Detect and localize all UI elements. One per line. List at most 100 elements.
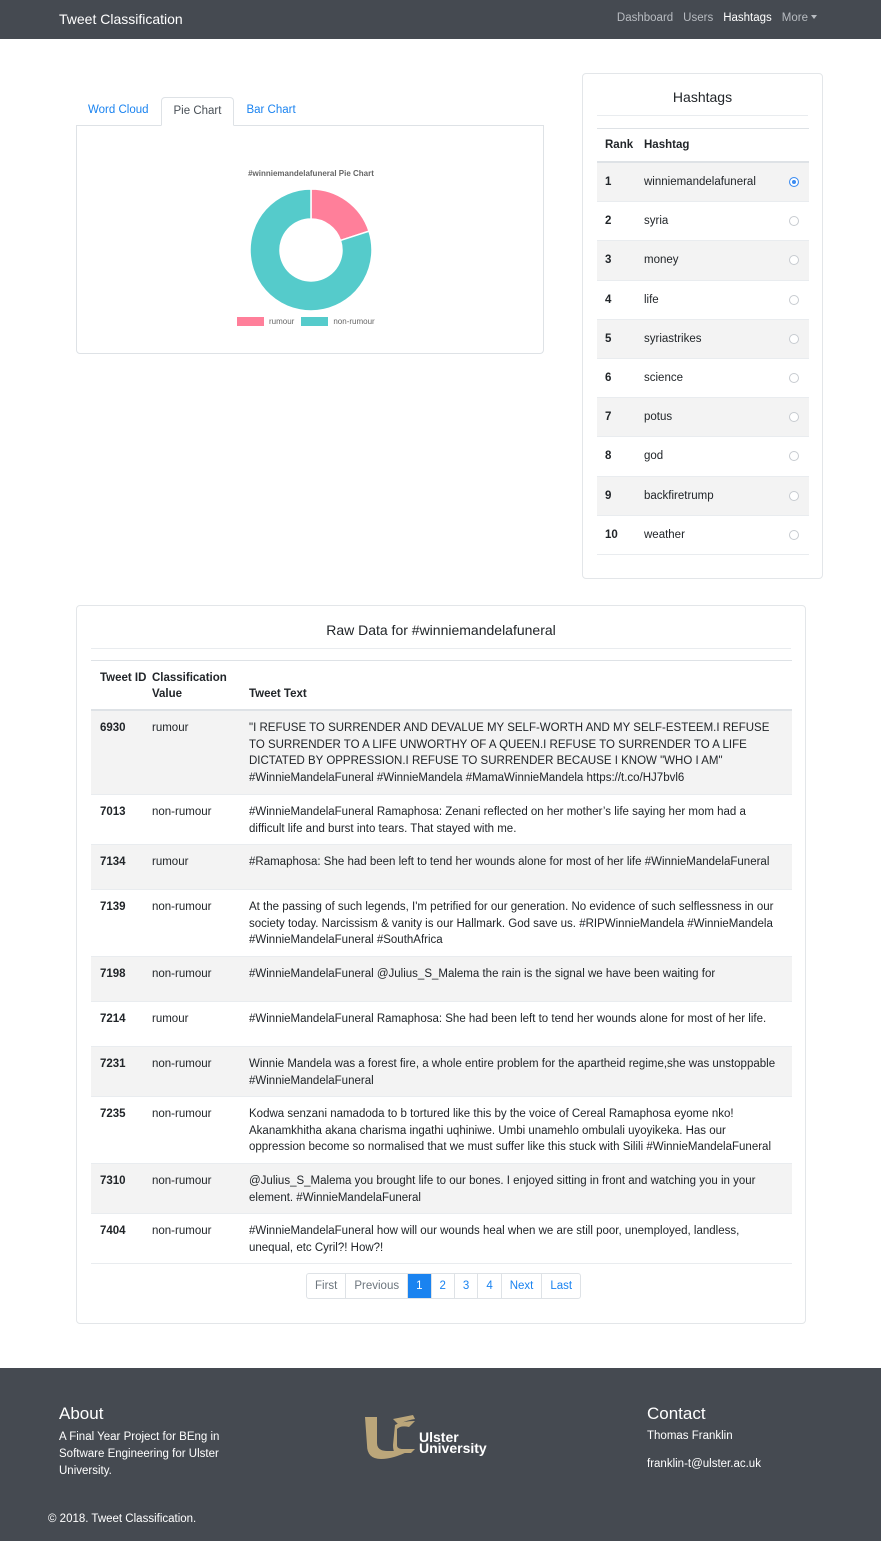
classification-value: rumour	[152, 1013, 189, 1025]
page-last-button[interactable]: Last	[541, 1274, 580, 1298]
hashtag-rank: 10	[605, 528, 618, 541]
footer-copyright: © 2018. Tweet Classification.	[48, 1513, 197, 1525]
hashtag-radio[interactable]	[789, 294, 799, 305]
tweet-id: 7231	[100, 1058, 126, 1070]
legend-swatch-rumour	[237, 317, 264, 326]
hashtag-row[interactable]: 1 winniemandelafuneral	[597, 163, 809, 203]
nav-dropdown-more[interactable]: More	[782, 12, 817, 24]
hashtags-card: Hashtags Rank Hashtag 1 winniemandelafune…	[582, 73, 823, 579]
hashtag-row[interactable]: 4 life	[597, 281, 809, 320]
nav-link-dashboard[interactable]: Dashboard	[617, 12, 673, 24]
tweet-id: 7198	[100, 968, 126, 980]
hashtag-name: god	[644, 450, 664, 463]
hashtag-rank: 7	[605, 411, 612, 424]
tweet-id: 7134	[100, 856, 126, 868]
tweet-id: 7310	[100, 1175, 126, 1187]
table-row: 7231 non-rumour Winnie Mandela was a fores…	[91, 1047, 792, 1097]
legend-item-rumour[interactable]: rumour	[237, 317, 294, 326]
hashtag-rank: 8	[605, 450, 612, 463]
tab-pie-chart[interactable]: Pie Chart	[160, 97, 235, 126]
page-2-button[interactable]: 2	[430, 1274, 454, 1298]
hashtag-radio[interactable]	[789, 333, 799, 344]
hashtag-row[interactable]: 6 science	[597, 359, 809, 399]
tweet-id: 7214	[100, 1013, 126, 1025]
hashtag-name: syriastrikes	[644, 332, 702, 345]
hashtag-rank: 2	[605, 215, 612, 228]
page-1-button[interactable]: 1	[407, 1274, 431, 1298]
hashtag-radio[interactable]	[789, 451, 799, 462]
hashtag-row[interactable]: 8 god	[597, 437, 809, 477]
chevron-down-icon	[811, 15, 817, 19]
classification-value: non-rumour	[152, 1108, 212, 1120]
hashtag-name: life	[644, 293, 659, 306]
hashtag-row[interactable]: 7 potus	[597, 398, 809, 438]
tweet-text: #WinnieMandelaFuneral Ramaphosa: She had…	[249, 1013, 767, 1025]
tweet-text: #WinnieMandelaFuneral how will our wound…	[249, 1225, 740, 1254]
hashtag-radio[interactable]	[789, 255, 799, 266]
tweet-text: "I REFUSE TO SURRENDER AND DEVALUE MY SE…	[249, 722, 770, 784]
classification-value: non-rumour	[152, 901, 212, 913]
raw-data-table: Tweet ID Classification Value Tweet Text…	[91, 660, 792, 1264]
classification-value: rumour	[152, 856, 189, 868]
legend-label-non-rumour: non-rumour	[333, 317, 375, 326]
hashtag-rank: 9	[605, 489, 612, 502]
raw-data-card: Raw Data for #winniemandelafuneral Tweet…	[76, 605, 806, 1324]
page-first-button[interactable]: First	[307, 1274, 345, 1298]
legend-item-non-rumour[interactable]: non-rumour	[301, 317, 375, 326]
hashtag-rank: 3	[605, 254, 612, 267]
nav-links: Dashboard Users Hashtags More	[607, 12, 817, 24]
tweet-text: Winnie Mandela was a forest fire, a whol…	[249, 1058, 776, 1087]
column-header-classification: Classification Value	[152, 672, 227, 700]
hashtag-name: syria	[644, 215, 669, 228]
table-row: 7013 non-rumour #WinnieMandelaFuneral Rama…	[91, 795, 792, 845]
hashtag-row[interactable]: 5 syriastrikes	[597, 319, 809, 359]
table-row: 7235 non-rumour Kodwa senzani namadoda to …	[91, 1097, 792, 1164]
hashtag-row[interactable]: 2 syria	[597, 202, 809, 242]
table-row: 7310 non-rumour @Julius_S_Malema you broug…	[91, 1164, 792, 1214]
hashtag-rank: 4	[605, 293, 612, 306]
hashtag-radio[interactable]	[789, 373, 799, 384]
page-previous-button[interactable]: Previous	[345, 1274, 407, 1298]
nav-link-hashtags[interactable]: Hashtags	[723, 12, 772, 24]
tab-bar-chart[interactable]: Bar Chart	[234, 97, 307, 126]
table-row: 7198 non-rumour #WinnieMandelaFuneral @Jul…	[91, 957, 792, 1002]
pie-slice-rumour[interactable]	[310, 188, 370, 242]
footer-contact-email[interactable]: franklin-t@ulster.ac.uk	[647, 1458, 761, 1470]
hashtag-radio[interactable]	[789, 412, 799, 423]
page-4-button[interactable]: 4	[477, 1274, 500, 1298]
column-header-rank: Rank	[605, 139, 634, 151]
navbar: Tweet Classification Dashboard Users Has…	[0, 0, 881, 39]
table-row: 7134 rumour #Ramaphosa: She had been left …	[91, 845, 792, 890]
legend-label-rumour: rumour	[269, 317, 295, 326]
table-row: 7404 non-rumour #WinnieMandelaFuneral how …	[91, 1214, 792, 1264]
divider	[597, 115, 808, 116]
table-row: 6930 rumour "I REFUSE TO SURRENDER AND DEV…	[91, 711, 792, 795]
hashtags-table-header: Rank Hashtag	[597, 129, 809, 163]
tweet-id: 7404	[100, 1225, 126, 1237]
tweet-id: 7139	[100, 901, 126, 913]
column-header-hashtag: Hashtag	[644, 139, 690, 151]
hashtag-radio[interactable]	[789, 490, 799, 501]
tweet-id: 7013	[100, 806, 126, 818]
hashtag-name: winniemandelafuneral	[644, 176, 756, 189]
hashtags-title: Hashtags	[672, 89, 733, 105]
hashtag-row[interactable]: 9 backfiretrump	[597, 476, 809, 516]
hashtag-radio[interactable]	[789, 529, 799, 540]
hashtag-name: money	[644, 254, 679, 267]
brand-title[interactable]: Tweet Classification	[59, 11, 183, 27]
tweet-id: 6930	[100, 722, 126, 734]
tab-word-cloud[interactable]: Word Cloud	[76, 97, 161, 126]
hashtag-name: potus	[644, 411, 673, 424]
tweet-id: 7235	[100, 1108, 126, 1120]
hashtag-radio[interactable]	[789, 216, 799, 227]
hashtag-row[interactable]: 3 money	[597, 241, 809, 281]
nav-link-users[interactable]: Users	[683, 12, 713, 24]
page-3-button[interactable]: 3	[453, 1274, 477, 1298]
hashtag-radio[interactable]	[789, 177, 799, 188]
hashtag-name: backfiretrump	[644, 489, 714, 502]
footer-contact-name: Thomas Franklin	[647, 1430, 733, 1442]
classification-value: non-rumour	[152, 806, 212, 818]
hashtag-row[interactable]: 10 weather	[597, 516, 809, 555]
hashtag-name: science	[644, 372, 683, 385]
page-next-button[interactable]: Next	[500, 1274, 542, 1298]
